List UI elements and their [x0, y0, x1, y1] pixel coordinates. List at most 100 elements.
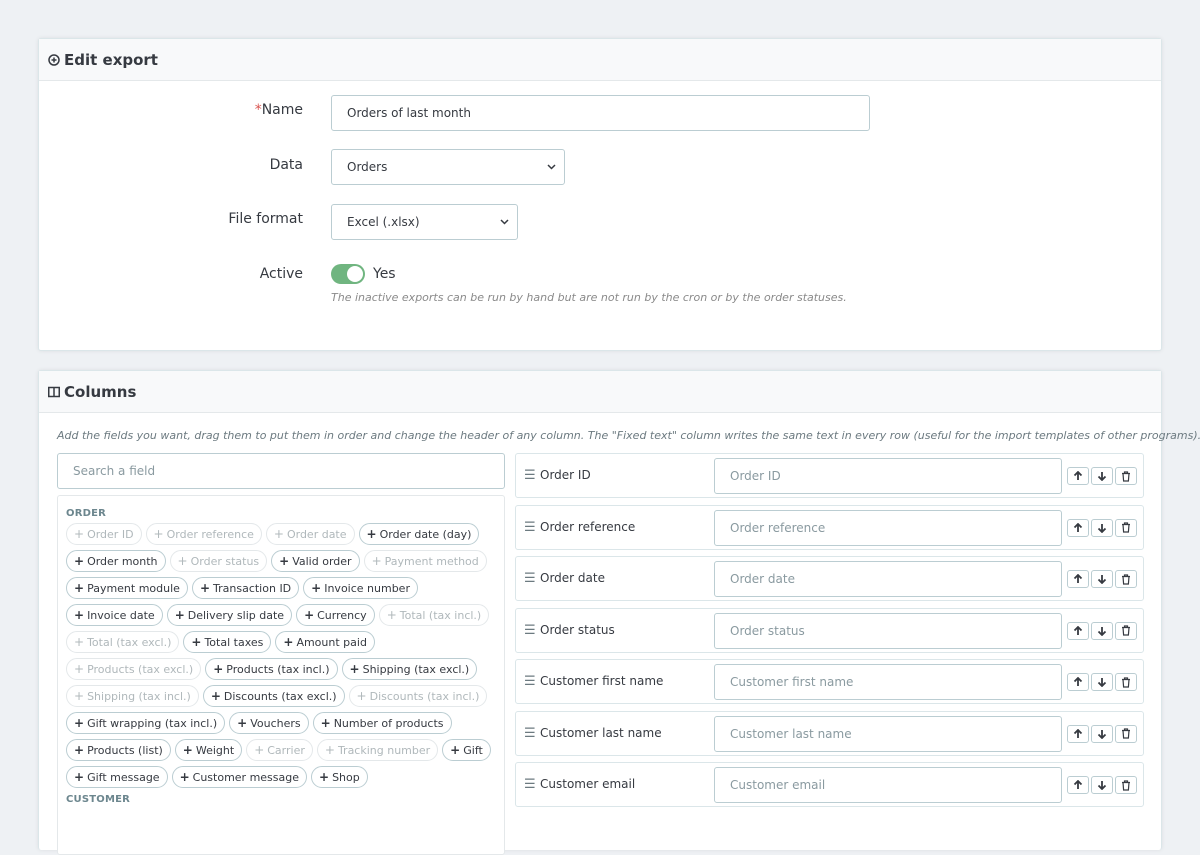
format-select-value: Excel (.xlsx) [347, 215, 420, 229]
field-chip[interactable]: + Order month [66, 550, 166, 572]
field-chip: + Discounts (tax incl.) [348, 685, 488, 707]
field-chip-label: Number of products [333, 716, 444, 730]
field-chip[interactable]: + Products (tax incl.) [205, 658, 338, 680]
edit-export-header: Edit export [39, 39, 1161, 81]
field-chip[interactable]: + Gift [442, 739, 491, 761]
field-chip[interactable]: + Shipping (tax excl.) [341, 658, 478, 680]
field-chip[interactable]: + Invoice date [66, 604, 163, 626]
arrow-up-icon[interactable] [1067, 621, 1089, 640]
arrow-down-icon[interactable] [1091, 776, 1113, 794]
arrow-down-icon[interactable] [1091, 467, 1113, 485]
format-select[interactable]: Excel (.xlsx) [331, 204, 518, 240]
field-chip[interactable]: + Payment module [66, 577, 188, 599]
arrow-up-icon[interactable] [1067, 518, 1089, 537]
arrow-down-icon[interactable] [1091, 621, 1113, 640]
column-header-input[interactable]: Customer last name [714, 715, 1062, 752]
field-chip[interactable]: + Products (list) [66, 739, 171, 761]
column-row[interactable]: ☰ Order date Order date [515, 556, 1144, 601]
trash-icon[interactable] [1115, 467, 1137, 485]
arrow-up-icon[interactable] [1067, 570, 1089, 588]
field-chip[interactable]: + Shop [311, 766, 368, 788]
field-chip[interactable]: + Customer message [171, 766, 308, 788]
field-chip-list: + Order ID + Order reference + Order date + Ord… [66, 523, 497, 788]
field-chip-label: Total (tax excl.) [87, 635, 172, 649]
field-chip: + Total (tax incl.) [378, 604, 490, 626]
plus-icon: + [191, 635, 202, 649]
trash-icon[interactable] [1115, 673, 1137, 691]
field-chip-label: Products (tax excl.) [87, 662, 194, 676]
arrow-up-icon[interactable] [1067, 673, 1089, 691]
plus-icon: + [386, 608, 397, 622]
field-chip[interactable]: + Transaction ID [191, 577, 300, 599]
arrow-up-icon[interactable] [1067, 724, 1089, 743]
arrow-down-icon[interactable] [1091, 673, 1113, 691]
field-chip-label: Tracking number [337, 743, 431, 757]
field-chip[interactable]: + Amount paid [275, 631, 375, 653]
column-row[interactable]: ☰ Customer email Customer email [515, 762, 1144, 807]
column-row[interactable]: ☰ Order status Order status [515, 607, 1144, 653]
chevron-down-icon [500, 217, 509, 228]
field-chip[interactable]: + Vouchers [229, 712, 309, 734]
field-chip: + Order status [169, 550, 268, 572]
column-row[interactable]: ☰ Customer last name Customer last name [515, 710, 1144, 756]
field-chip[interactable]: + Gift message [66, 766, 168, 788]
trash-icon[interactable] [1115, 724, 1137, 743]
active-toggle[interactable] [331, 264, 365, 284]
columns-title: Columns [64, 382, 137, 401]
trash-icon[interactable] [1115, 776, 1137, 794]
field-chip[interactable]: + Currency [296, 604, 375, 626]
drag-handle-icon[interactable]: ☰ [524, 726, 536, 741]
plus-icon: + [254, 743, 265, 757]
column-header-input[interactable]: Order status [714, 612, 1062, 649]
arrow-up-icon[interactable] [1067, 467, 1089, 485]
drag-handle-icon[interactable]: ☰ [524, 623, 536, 638]
field-chip[interactable]: + Delivery slip date [166, 604, 293, 626]
arrow-down-icon[interactable] [1091, 570, 1113, 588]
column-header-input[interactable]: Order ID [714, 458, 1062, 494]
trash-icon[interactable] [1115, 518, 1137, 537]
field-chip-label: Total (tax incl.) [399, 608, 482, 622]
plus-icon: + [273, 527, 284, 541]
search-field-input[interactable]: Search a field [57, 453, 505, 489]
drag-handle-icon[interactable]: ☰ [524, 571, 536, 586]
arrow-up-icon[interactable] [1067, 776, 1089, 794]
field-chip-label: Vouchers [250, 716, 301, 730]
drag-handle-icon[interactable]: ☰ [524, 777, 536, 792]
plus-icon: + [74, 662, 85, 676]
plus-icon: + [74, 581, 85, 595]
arrow-down-icon[interactable] [1091, 518, 1113, 537]
field-chip[interactable]: + Weight [174, 739, 243, 761]
field-chip[interactable]: + Total taxes [183, 631, 272, 653]
column-header-input[interactable]: Customer first name [714, 664, 1062, 700]
column-header-input[interactable]: Customer email [714, 767, 1062, 803]
plus-icon: + [182, 743, 193, 757]
drag-handle-icon[interactable]: ☰ [524, 674, 536, 689]
trash-icon[interactable] [1115, 570, 1137, 588]
drag-handle-icon[interactable]: ☰ [524, 520, 536, 535]
name-input[interactable]: Orders of last month [331, 95, 870, 131]
field-chip-label: Order date (day) [379, 527, 472, 541]
data-select[interactable]: Orders [331, 149, 565, 185]
column-actions [1067, 570, 1137, 588]
column-header-input[interactable]: Order reference [714, 509, 1062, 546]
columns-panel: Columns Add the fields you want, drag th… [38, 370, 1200, 855]
column-row[interactable]: ☰ Order ID Order ID [515, 453, 1144, 498]
plus-icon: + [356, 689, 367, 703]
field-chip[interactable]: + Invoice number [303, 577, 418, 599]
column-actions [1067, 467, 1137, 485]
column-header-input[interactable]: Order date [714, 561, 1062, 597]
arrow-down-icon[interactable] [1091, 724, 1113, 743]
field-chip[interactable]: + Gift wrapping (tax incl.) [66, 712, 226, 734]
plus-icon: + [74, 770, 85, 784]
field-chip[interactable]: + Number of products [312, 712, 452, 734]
field-chip[interactable]: + Order date (day) [358, 523, 480, 545]
column-row[interactable]: ☰ Order reference Order reference [515, 504, 1144, 550]
field-chip-label: Order date [286, 527, 347, 541]
trash-icon[interactable] [1115, 621, 1137, 640]
chevron-down-icon [547, 162, 556, 173]
field-chip[interactable]: + Valid order [271, 550, 360, 572]
column-name: Customer last name [540, 725, 662, 740]
drag-handle-icon[interactable]: ☰ [524, 468, 536, 483]
column-row[interactable]: ☰ Customer first name Customer first name [515, 659, 1144, 704]
field-chip[interactable]: + Discounts (tax excl.) [202, 685, 345, 707]
